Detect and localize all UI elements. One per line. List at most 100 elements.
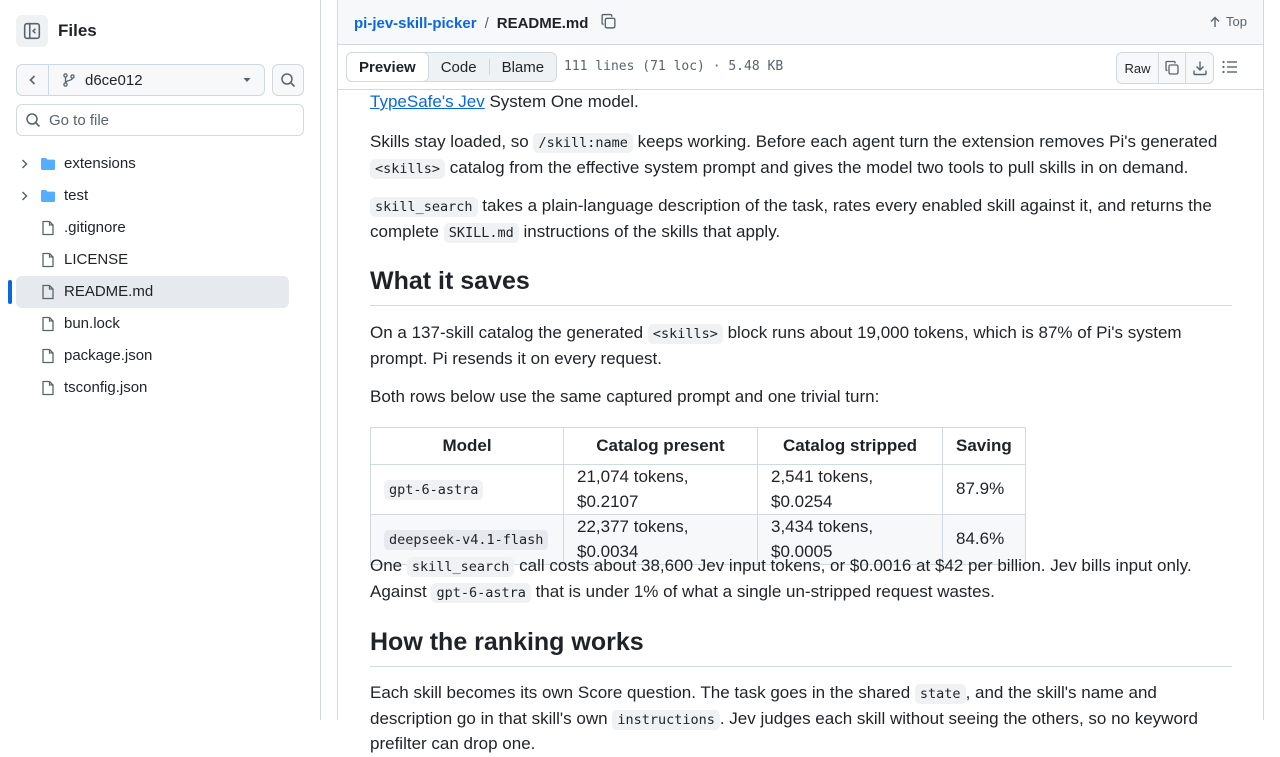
typesafe-jev-link[interactable]: TypeSafe's Jev xyxy=(370,92,485,111)
file-header: pi-jev-skill-picker / README.md Top xyxy=(338,0,1263,45)
copy-icon xyxy=(601,13,616,29)
copy-raw-button[interactable] xyxy=(1159,53,1186,83)
go-to-file-input[interactable]: Go to file xyxy=(16,104,304,136)
tab-preview[interactable]: Preview xyxy=(346,52,429,82)
text: System One model. xyxy=(484,92,639,111)
file-icon xyxy=(42,348,54,364)
tree-item-extensions[interactable]: extensions xyxy=(0,148,320,180)
paragraph: Skills stay loaded, so /skill:name keeps… xyxy=(370,130,1232,181)
sidebar-collapse-icon xyxy=(23,22,41,40)
caret-down-icon xyxy=(243,78,251,82)
chevron-right-icon[interactable] xyxy=(18,190,30,202)
inline-code: skill_search xyxy=(406,557,515,577)
text: catalog from the effective system prompt… xyxy=(445,157,1189,177)
paragraph: On a 137-skill catalog the generated <sk… xyxy=(370,321,1232,371)
tree-item-license[interactable]: LICENSE xyxy=(0,244,320,276)
text: instructions of the skills that apply. xyxy=(518,221,781,241)
tree-item-readme[interactable]: README.md xyxy=(0,276,320,308)
download-button[interactable] xyxy=(1186,53,1213,83)
copy-path-button[interactable] xyxy=(600,13,617,34)
inline-code: <skills> xyxy=(370,158,446,179)
savings-table: Model Catalog present Catalog stripped S… xyxy=(370,427,1026,565)
paragraph: One skill_search call costs about 38,600… xyxy=(370,554,1232,605)
file-icon xyxy=(42,220,54,236)
branch-selector[interactable]: d6ce012 xyxy=(49,65,264,95)
text: One xyxy=(370,556,407,575)
heading-how-ranking-works: How the ranking works xyxy=(370,627,1232,667)
inline-code: /skill:name xyxy=(533,133,633,153)
column-header: Catalog stripped xyxy=(757,427,943,465)
text: Skills stay loaded, so xyxy=(370,132,534,151)
table-row: gpt-6-astra 21,074 tokens, $0.2107 2,541… xyxy=(370,464,1026,515)
tree-item-test[interactable]: test xyxy=(0,180,320,212)
sidebar-header: Files xyxy=(16,15,97,47)
tree-item-tsconfig-json[interactable]: tsconfig.json xyxy=(0,372,320,404)
inline-code: SKILL.md xyxy=(443,222,519,243)
file-toolbar: Preview Code Blame 111 lines (71 loc) · … xyxy=(338,45,1263,90)
tree-item-label: test xyxy=(64,187,89,204)
sidebar-title: Files xyxy=(58,21,97,40)
breadcrumb-separator: / xyxy=(484,15,489,32)
tree-item-gitignore[interactable]: .gitignore xyxy=(0,212,320,244)
search-files-button[interactable] xyxy=(272,64,304,96)
tree-item-label: package.json xyxy=(64,347,153,364)
folder-icon xyxy=(41,158,55,170)
tree-item-label: extensions xyxy=(64,155,136,172)
table-cell: gpt-6-astra xyxy=(370,464,564,515)
folder-icon xyxy=(41,190,55,202)
back-to-top-button[interactable]: Top xyxy=(1209,14,1247,29)
breadcrumb-repo-link[interactable]: pi-jev-skill-picker xyxy=(354,15,477,32)
text: that is under 1% of what a single un-str… xyxy=(530,581,995,601)
search-icon xyxy=(26,113,41,128)
file-actions: Raw xyxy=(1116,52,1214,84)
branch-group: d6ce012 xyxy=(16,64,265,96)
git-branch-icon xyxy=(63,73,75,87)
tree-item-label: tsconfig.json xyxy=(64,379,148,396)
table-header-row: Model Catalog present Catalog stripped S… xyxy=(370,427,1026,465)
download-icon xyxy=(1192,61,1207,76)
back-button[interactable] xyxy=(17,65,49,95)
inline-code: gpt-6-astra xyxy=(384,479,484,500)
go-to-file-placeholder: Go to file xyxy=(49,111,110,129)
raw-button[interactable]: Raw xyxy=(1117,53,1159,83)
tab-blame[interactable]: Blame xyxy=(490,53,557,81)
breadcrumb-file: README.md xyxy=(496,15,589,32)
top-label: Top xyxy=(1226,14,1247,29)
file-viewer: pi-jev-skill-picker / README.md Top Prev… xyxy=(337,0,1264,753)
branch-name: d6ce012 xyxy=(85,71,143,89)
file-icon xyxy=(42,316,54,332)
tree-item-label: LICENSE xyxy=(64,251,129,268)
inline-code: skill_search xyxy=(370,197,478,217)
arrow-up-icon xyxy=(1210,16,1220,27)
selected-indicator xyxy=(8,280,12,304)
chevron-right-icon[interactable] xyxy=(18,158,30,170)
tree-item-bun-lock[interactable]: bun.lock xyxy=(0,308,320,340)
column-header: Saving xyxy=(942,427,1026,465)
inline-code: deepseek-v4.1-flash xyxy=(384,529,549,550)
table-cell: 87.9% xyxy=(942,464,1026,515)
tree-item-label: .gitignore xyxy=(64,219,126,236)
tree-item-label: bun.lock xyxy=(64,315,120,332)
tab-code[interactable]: Code xyxy=(429,53,489,81)
file-icon xyxy=(42,252,54,268)
file-sidebar: Files d6ce012 Go to file extensions test… xyxy=(0,0,321,720)
inline-code: <skills> xyxy=(647,324,723,344)
file-info: 111 lines (71 loc) · 5.48 KB xyxy=(564,59,784,74)
copy-icon xyxy=(1165,60,1179,75)
chevron-left-icon xyxy=(28,75,35,85)
inline-code: gpt-6-astra xyxy=(431,582,531,603)
tree-item-package-json[interactable]: package.json xyxy=(0,340,320,372)
tree-item-label: README.md xyxy=(64,283,154,300)
table-cell: 2,541 tokens, $0.0254 xyxy=(757,464,943,515)
file-tree: extensions test .gitignore LICENSE READM… xyxy=(0,148,320,404)
heading-what-it-saves: What it saves xyxy=(370,266,1232,306)
breadcrumb: pi-jev-skill-picker / README.md xyxy=(354,13,617,34)
text: On a 137-skill catalog the generated xyxy=(370,323,648,342)
text: Each skill becomes its own Score questio… xyxy=(370,683,915,702)
file-icon xyxy=(42,284,54,300)
collapse-sidebar-button[interactable] xyxy=(16,15,48,47)
view-mode-tabs: Preview Code Blame xyxy=(346,52,558,82)
outline-button[interactable] xyxy=(1221,59,1239,78)
text: keeps working. Before each agent turn th… xyxy=(632,132,1218,151)
paragraph: skill_search takes a plain-language desc… xyxy=(370,194,1232,245)
